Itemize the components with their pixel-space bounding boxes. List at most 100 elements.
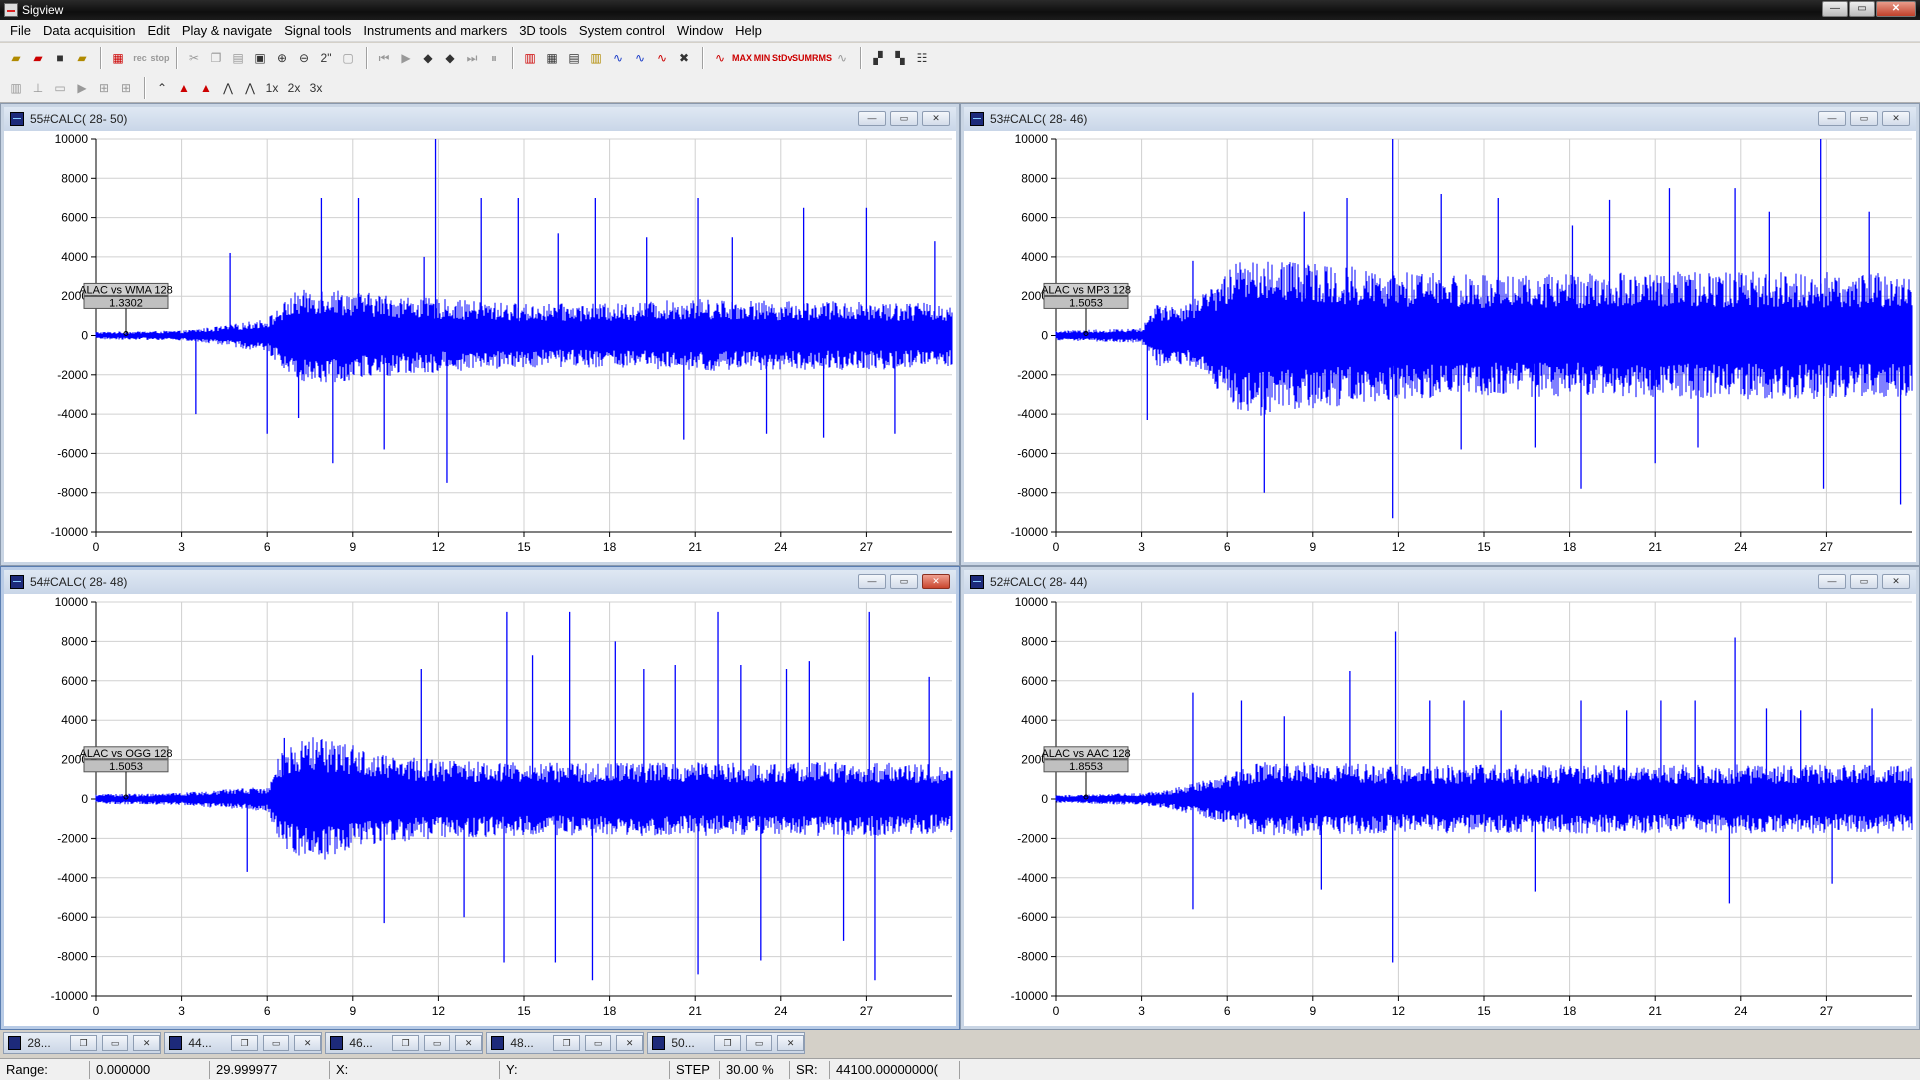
waveform-chart[interactable]: 1000080006000400020000-2000-4000-6000-80…: [964, 131, 1918, 564]
child-minimize-button[interactable]: —: [858, 111, 886, 126]
menu-play-navigate[interactable]: Play & navigate: [176, 23, 278, 38]
line-draw-icon[interactable]: ⌃: [152, 78, 172, 98]
child-title-bar[interactable]: 54#CALC( 28- 48) — ▭ ✕: [4, 570, 956, 594]
signal-math-icon[interactable]: ∿: [652, 48, 672, 68]
menu-instruments-markers[interactable]: Instruments and markers: [357, 23, 513, 38]
close-button[interactable]: ✕: [455, 1035, 482, 1051]
instrument-extra-icon[interactable]: ∿: [832, 48, 852, 68]
scale-2x-button[interactable]: 2x: [284, 78, 304, 98]
scale-1x-button[interactable]: 1x: [262, 78, 282, 98]
restore-button[interactable]: ❐: [70, 1035, 97, 1051]
copy-icon[interactable]: ❐: [206, 48, 226, 68]
minimized-window[interactable]: 28... ❐ ▭ ✕: [3, 1032, 161, 1054]
record-monitor-icon[interactable]: ▦: [108, 48, 128, 68]
tools-icon[interactable]: ✖: [674, 48, 694, 68]
spectrogram-icon[interactable]: ▦: [542, 48, 562, 68]
fft-icon[interactable]: ▥: [520, 48, 540, 68]
bars-icon[interactable]: ▥: [6, 78, 26, 98]
maximize-button[interactable]: ▭: [584, 1035, 612, 1051]
zoom-2x-icon[interactable]: 2": [316, 48, 336, 68]
child-title-bar[interactable]: 55#CALC( 28- 50) — ▭ ✕: [4, 107, 956, 131]
menu-signal-tools[interactable]: Signal tools: [278, 23, 357, 38]
menu-data-acquisition[interactable]: Data acquisition: [37, 23, 142, 38]
hierarchy-icon[interactable]: ☷: [912, 48, 932, 68]
grid-icon[interactable]: ⊞: [94, 78, 114, 98]
layout-icon[interactable]: ▞: [868, 48, 888, 68]
tile-icon[interactable]: ▚: [890, 48, 910, 68]
menu-help[interactable]: Help: [729, 23, 768, 38]
open-folder-icon[interactable]: ▰: [6, 48, 26, 68]
waveform-chart[interactable]: 1000080006000400020000-2000-4000-6000-80…: [964, 594, 1918, 1028]
save-as-icon[interactable]: ▰: [72, 48, 92, 68]
histogram-icon[interactable]: ▥: [586, 48, 606, 68]
zoom-box-icon[interactable]: ▣: [250, 48, 270, 68]
child-maximize-button[interactable]: ▭: [890, 111, 918, 126]
close-button[interactable]: ✕: [777, 1035, 804, 1051]
minimize-button[interactable]: —: [1822, 1, 1848, 17]
child-maximize-button[interactable]: ▭: [1850, 574, 1878, 589]
maximize-button[interactable]: ▭: [745, 1035, 773, 1051]
child-close-button[interactable]: ✕: [1882, 574, 1910, 589]
dotted-line-icon[interactable]: ⋀: [218, 78, 238, 98]
min-button[interactable]: MIN: [752, 53, 772, 63]
menu-edit[interactable]: Edit: [141, 23, 175, 38]
waveform-chart[interactable]: 1000080006000400020000-2000-4000-6000-80…: [4, 594, 958, 1028]
restore-button[interactable]: ❐: [392, 1035, 419, 1051]
zoom-reset-icon[interactable]: ▢: [338, 48, 358, 68]
minimized-window[interactable]: 50... ❐ ▭ ✕: [647, 1032, 805, 1054]
child-minimize-button[interactable]: —: [1818, 111, 1846, 126]
max-button[interactable]: MAX: [732, 53, 752, 63]
filled-peak-icon[interactable]: ▲: [196, 78, 216, 98]
cut-icon[interactable]: ✂: [184, 48, 204, 68]
sum-button[interactable]: SUM: [792, 53, 812, 63]
maximize-button[interactable]: ▭: [262, 1035, 290, 1051]
child-maximize-button[interactable]: ▭: [890, 574, 918, 589]
go-end-icon[interactable]: ⏭: [462, 48, 482, 68]
child-minimize-button[interactable]: —: [858, 574, 886, 589]
axis-icon[interactable]: ⊥: [28, 78, 48, 98]
rms-button[interactable]: RMS: [812, 53, 832, 63]
calculator-icon[interactable]: ▤: [564, 48, 584, 68]
filter-icon[interactable]: ∿: [608, 48, 628, 68]
zoom-in-icon[interactable]: ⊕: [272, 48, 292, 68]
signal-window-active[interactable]: 54#CALC( 28- 48) — ▭ ✕ 10000 8000 6000 4000…: [0, 566, 960, 1030]
step-line-icon[interactable]: ⋀: [240, 78, 260, 98]
restore-button[interactable]: ❐: [714, 1035, 741, 1051]
maximize-button[interactable]: ▭: [423, 1035, 451, 1051]
stdev-button[interactable]: StDv: [772, 53, 793, 63]
minimized-window[interactable]: 48... ❐ ▭ ✕: [486, 1032, 644, 1054]
menu-system-control[interactable]: System control: [573, 23, 671, 38]
child-close-button[interactable]: ✕: [1882, 111, 1910, 126]
scale-icon[interactable]: ▭: [50, 78, 70, 98]
paste-icon[interactable]: ▤: [228, 48, 248, 68]
child-close-button[interactable]: ✕: [922, 574, 950, 589]
go-start-icon[interactable]: ⏮: [374, 48, 394, 68]
signal-window[interactable]: 55#CALC( 28- 50) — ▭ ✕ 10000 8000 6000 4000…: [0, 103, 960, 566]
signal-window[interactable]: 52#CALC( 28- 44) — ▭ ✕ 10000 8000 6000 4000…: [960, 566, 1920, 1030]
close-button[interactable]: ✕: [294, 1035, 321, 1051]
arrange-icon[interactable]: ▶: [72, 78, 92, 98]
step-back-icon[interactable]: ◆: [418, 48, 438, 68]
play-icon[interactable]: ▶: [396, 48, 416, 68]
maximize-button[interactable]: ▭: [101, 1035, 129, 1051]
restore-button[interactable]: ❐: [553, 1035, 580, 1051]
open-recent-icon[interactable]: ▰: [28, 48, 48, 68]
minimized-window[interactable]: 46... ❐ ▭ ✕: [325, 1032, 483, 1054]
close-button[interactable]: ✕: [616, 1035, 643, 1051]
scale-3x-button[interactable]: 3x: [306, 78, 326, 98]
correlation-icon[interactable]: ∿: [630, 48, 650, 68]
peak-draw-icon[interactable]: ▲: [174, 78, 194, 98]
close-button[interactable]: ✕: [133, 1035, 160, 1051]
waveform-chart[interactable]: 1000080006000400020000-2000-4000-6000-80…: [4, 131, 958, 564]
stop-button[interactable]: stop: [150, 53, 170, 63]
menu-window[interactable]: Window: [671, 23, 729, 38]
pause-icon[interactable]: ⏸: [484, 48, 504, 68]
zoom-out-icon[interactable]: ⊖: [294, 48, 314, 68]
grid-dense-icon[interactable]: ⊞: [116, 78, 136, 98]
child-close-button[interactable]: ✕: [922, 111, 950, 126]
rec-button[interactable]: rec: [130, 53, 150, 63]
close-button[interactable]: ✕: [1876, 1, 1916, 17]
child-minimize-button[interactable]: —: [1818, 574, 1846, 589]
save-icon[interactable]: ■: [50, 48, 70, 68]
menu-3d-tools[interactable]: 3D tools: [513, 23, 573, 38]
